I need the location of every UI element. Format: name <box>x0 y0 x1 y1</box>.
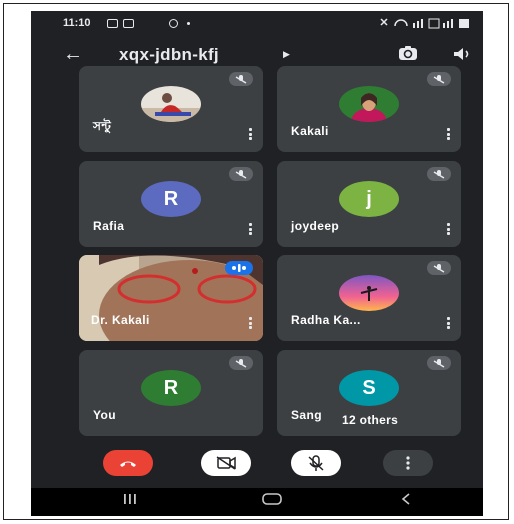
participant-name: সন্টু <box>93 119 112 133</box>
signal-icons <box>377 17 473 31</box>
more-vert-icon[interactable] <box>447 223 451 235</box>
participant-name: Rafia <box>93 219 125 233</box>
participant-photo <box>141 86 201 122</box>
end-call-button[interactable] <box>103 450 153 476</box>
participant-tile[interactable]: j joydeep <box>277 161 461 247</box>
participant-tile[interactable]: R Rafia <box>79 161 263 247</box>
participant-name: Radha Ka... <box>291 313 361 327</box>
participant-avatar: S <box>339 370 399 406</box>
notification-icon <box>123 19 134 28</box>
speaker-icon[interactable] <box>451 46 473 62</box>
more-vert-icon[interactable] <box>249 128 253 140</box>
caret-right-icon[interactable]: ▶ <box>283 49 290 60</box>
participant-photo <box>339 275 399 311</box>
status-bar: 11:10 <box>31 11 483 37</box>
switch-camera-icon[interactable] <box>397 45 419 61</box>
hang-up-icon <box>120 461 136 467</box>
more-vert-icon[interactable] <box>447 128 451 140</box>
sync-icon <box>169 19 178 28</box>
participant-avatar: R <box>141 370 201 406</box>
participant-photo <box>339 86 399 122</box>
participant-tile-self[interactable]: R You <box>79 350 263 436</box>
mic-off-icon <box>229 167 253 181</box>
more-vert-icon <box>406 456 410 470</box>
participant-name: Sang <box>291 408 322 422</box>
meeting-code[interactable]: xqx-jdbn-kfj <box>119 45 219 65</box>
participant-name: You <box>93 408 116 422</box>
participant-avatar: j <box>339 181 399 217</box>
more-options-button[interactable] <box>383 450 433 476</box>
participant-name: joydeep <box>291 219 340 233</box>
more-vert-icon[interactable] <box>249 223 253 235</box>
more-vert-icon[interactable] <box>447 317 451 329</box>
system-nav-bar <box>31 488 483 516</box>
participant-tile[interactable]: Radha Ka... <box>277 255 461 341</box>
participant-name: Dr. Kakali <box>91 313 150 327</box>
others-count-label[interactable]: 12 others <box>338 410 409 430</box>
network-status-icon <box>380 18 469 29</box>
participant-tile-speaking[interactable]: Dr. Kakali <box>79 255 263 341</box>
notification-dot-icon <box>187 22 190 25</box>
mic-toggle-button[interactable] <box>291 450 341 476</box>
camera-off-icon <box>216 456 236 470</box>
camera-toggle-button[interactable] <box>201 450 251 476</box>
mic-off-icon <box>308 455 324 471</box>
participant-tile-others[interactable]: S Sang 12 others <box>277 350 461 436</box>
notification-icon <box>107 19 118 28</box>
participant-name: Kakali <box>291 124 329 138</box>
phone-screen: 11:10 ← xqx-jdbn-kfj ▶ সন্টু Kakali R Ra… <box>31 11 483 516</box>
recent-apps-icon[interactable] <box>121 492 139 506</box>
back-nav-icon[interactable] <box>399 492 413 506</box>
speaking-indicator-icon <box>225 261 253 275</box>
call-controls <box>31 448 483 488</box>
participant-tile[interactable]: Kakali <box>277 66 461 152</box>
home-icon[interactable] <box>261 492 283 506</box>
more-vert-icon[interactable] <box>249 317 253 329</box>
mic-off-icon <box>229 356 253 370</box>
mic-off-icon <box>427 261 451 275</box>
mic-off-icon <box>427 72 451 86</box>
status-time: 11:10 <box>63 17 91 29</box>
participant-avatar: R <box>141 181 201 217</box>
mic-off-icon <box>427 167 451 181</box>
back-arrow-icon[interactable]: ← <box>63 43 83 66</box>
mic-off-icon <box>427 356 451 370</box>
mic-off-icon <box>229 72 253 86</box>
participant-tile[interactable]: সন্টু <box>79 66 263 152</box>
